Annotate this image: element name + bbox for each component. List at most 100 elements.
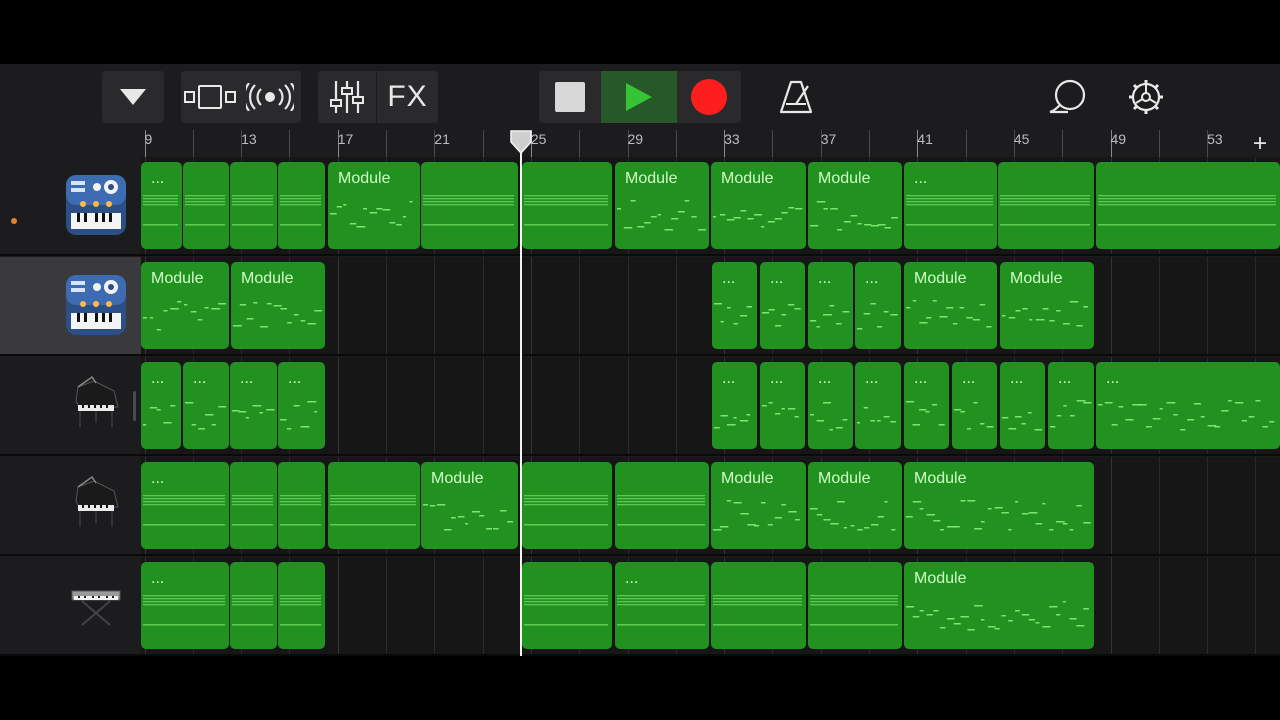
mix-group: FX: [318, 71, 438, 123]
play-button[interactable]: [601, 71, 677, 123]
midi-region[interactable]: Module: [711, 462, 806, 549]
settings-button[interactable]: [1116, 71, 1176, 123]
midi-region[interactable]: ...: [808, 262, 853, 349]
midi-region[interactable]: [1096, 162, 1280, 249]
track-lane[interactable]: ...... Module: [141, 557, 1280, 656]
midi-region[interactable]: ...: [808, 362, 853, 449]
midi-region[interactable]: Module: [711, 162, 806, 249]
mixer-button[interactable]: [318, 71, 376, 123]
grid-line: [434, 557, 436, 656]
midi-region[interactable]: [522, 162, 612, 249]
bar-number: 37: [820, 131, 837, 147]
midi-region[interactable]: Module: [904, 562, 1094, 649]
midi-region[interactable]: [230, 562, 277, 649]
midi-region[interactable]: Module: [808, 462, 902, 549]
midi-region[interactable]: Module: [904, 262, 997, 349]
grid-line: [1158, 457, 1160, 556]
live-loops-icon: [246, 83, 294, 111]
midi-region[interactable]: ...: [141, 162, 182, 249]
midi-region[interactable]: ...: [141, 362, 181, 449]
track-row: ...... Module: [0, 557, 1280, 656]
ruler-tick: [1062, 130, 1064, 157]
midi-region[interactable]: ...: [615, 562, 709, 649]
ruler-tick: [675, 130, 677, 157]
midi-region[interactable]: [328, 462, 420, 549]
ruler-ticks: 9 13 17 21 25 29 33 37 41 45 49 53: [141, 130, 1280, 157]
track-header[interactable]: [0, 457, 141, 556]
grid-line: [434, 357, 436, 456]
live-loops-button[interactable]: [239, 71, 301, 123]
track-header[interactable]: [0, 357, 141, 456]
track-lane[interactable]: ... Module Module Module Module: [141, 457, 1280, 556]
track-header[interactable]: [0, 557, 141, 656]
midi-notes: [524, 595, 608, 626]
track-header[interactable]: [0, 157, 141, 256]
midi-region[interactable]: Module: [421, 462, 518, 549]
track-header[interactable]: [0, 257, 141, 356]
midi-region[interactable]: ...: [141, 562, 229, 649]
midi-region[interactable]: [278, 462, 325, 549]
timeline-ruler[interactable]: 9 13 17 21 25 29 33 37 41 45 49 53: [0, 130, 1280, 157]
region-name: ...: [722, 270, 736, 287]
midi-region[interactable]: ...: [904, 162, 997, 249]
loop-browser-button[interactable]: [1038, 71, 1098, 123]
midi-region[interactable]: [230, 162, 277, 249]
midi-region[interactable]: [711, 562, 806, 649]
midi-region[interactable]: ...: [712, 262, 757, 349]
midi-region[interactable]: [421, 162, 518, 249]
stop-button[interactable]: [539, 71, 601, 123]
midi-region[interactable]: Module: [328, 162, 420, 249]
midi-region[interactable]: [522, 562, 612, 649]
midi-region[interactable]: Module: [808, 162, 902, 249]
midi-region[interactable]: Module: [231, 262, 325, 349]
midi-region[interactable]: [278, 162, 325, 249]
midi-region[interactable]: [615, 462, 709, 549]
playhead-handle-icon[interactable]: [509, 130, 533, 154]
midi-notes: [232, 195, 273, 226]
midi-region[interactable]: ...: [952, 362, 997, 449]
track-lane[interactable]: .......................................: [141, 357, 1280, 456]
midi-region[interactable]: ...: [1096, 362, 1280, 449]
midi-region[interactable]: Module: [1000, 262, 1094, 349]
record-enable-dot: [11, 218, 17, 224]
midi-region[interactable]: ...: [1000, 362, 1045, 449]
grid-line: [386, 557, 387, 656]
midi-region[interactable]: Module: [141, 262, 229, 349]
playhead[interactable]: [520, 132, 522, 656]
fx-button[interactable]: FX: [377, 71, 438, 123]
midi-region[interactable]: ...: [712, 362, 757, 449]
settings-icon: [1129, 80, 1163, 114]
record-button[interactable]: [677, 71, 741, 123]
midi-region[interactable]: [278, 562, 325, 649]
midi-region[interactable]: ...: [183, 362, 229, 449]
midi-region[interactable]: [808, 562, 902, 649]
track-lane[interactable]: Module Module............ Module Module: [141, 257, 1280, 356]
add-section-button[interactable]: +: [1246, 130, 1274, 157]
track-lane[interactable]: ... Module Module Module Module...: [141, 157, 1280, 256]
midi-region[interactable]: ...: [278, 362, 325, 449]
header-resize-handle[interactable]: [133, 391, 136, 421]
midi-region[interactable]: ...: [760, 362, 805, 449]
grid-line: [530, 257, 532, 356]
midi-region[interactable]: Module: [615, 162, 709, 249]
region-name: Module: [914, 270, 967, 287]
bar-number: 25: [530, 131, 547, 147]
my-songs-button[interactable]: [102, 71, 164, 123]
midi-region[interactable]: [522, 462, 612, 549]
midi-region[interactable]: [183, 162, 229, 249]
midi-region[interactable]: [230, 462, 277, 549]
tracks-view-button[interactable]: [181, 71, 239, 123]
midi-region[interactable]: ...: [855, 262, 901, 349]
midi-region[interactable]: ...: [1048, 362, 1094, 449]
midi-region[interactable]: ...: [230, 362, 277, 449]
midi-region[interactable]: ...: [760, 262, 805, 349]
midi-region[interactable]: ...: [141, 462, 229, 549]
midi-region[interactable]: ...: [904, 362, 949, 449]
grid-line: [1110, 557, 1112, 656]
midi-region[interactable]: [998, 162, 1094, 249]
bar-number: 53: [1207, 131, 1223, 147]
region-name: ...: [770, 270, 784, 287]
midi-region[interactable]: ...: [855, 362, 901, 449]
midi-region[interactable]: Module: [904, 462, 1094, 549]
metronome-button[interactable]: [766, 71, 826, 123]
